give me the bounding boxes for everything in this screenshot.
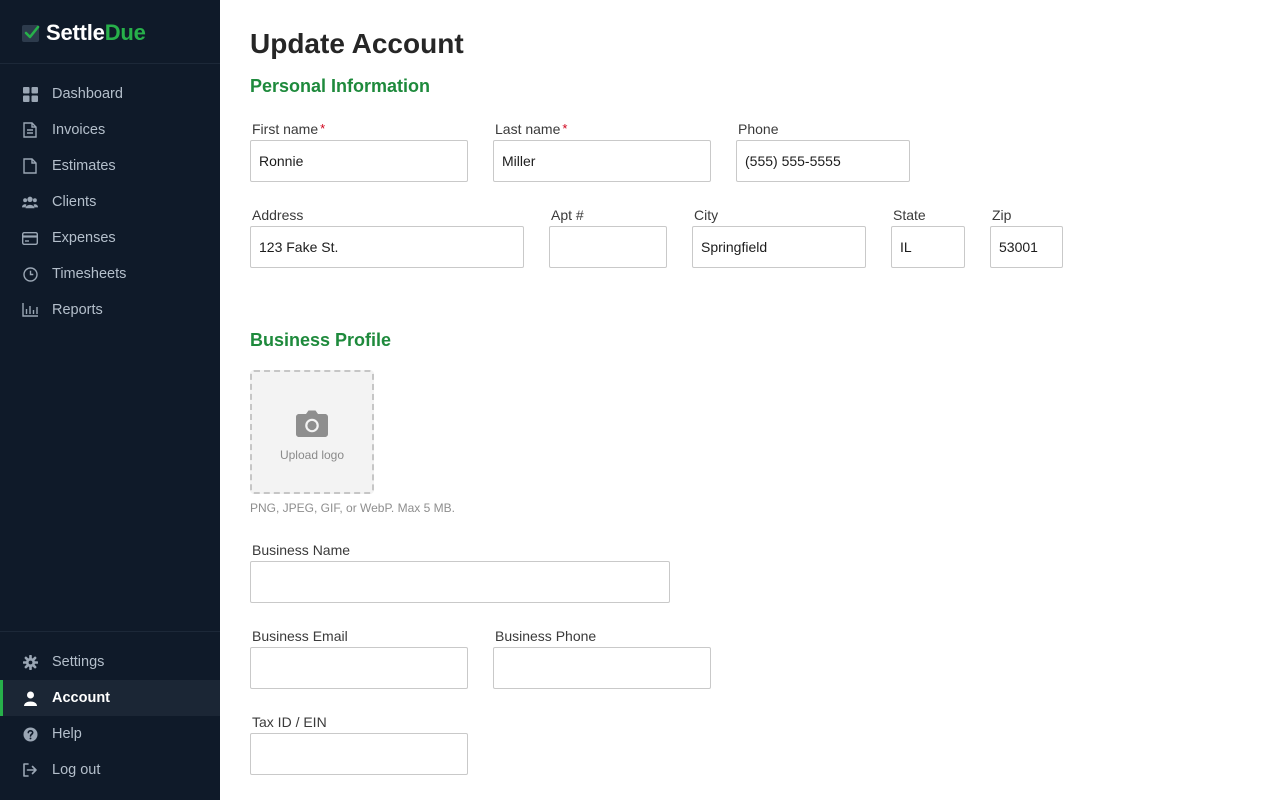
clients-icon — [22, 194, 38, 210]
brand-name-part1: Settle — [46, 20, 105, 45]
business-email-input[interactable] — [250, 647, 468, 689]
dashboard-icon — [22, 86, 38, 102]
upload-hint-text: PNG, JPEG, GIF, or WebP. Max 5 MB. — [250, 501, 455, 515]
sidebar-item-label: Account — [52, 690, 110, 706]
address-label: Address — [252, 207, 304, 223]
last-name-label: Last name * — [495, 121, 568, 137]
business-name-label: Business Name — [252, 542, 351, 558]
sidebar-item-label: Invoices — [52, 122, 106, 138]
apt-input[interactable] — [549, 226, 667, 268]
sidebar-footer-nav: Settings Account Help Log out — [0, 644, 220, 788]
sidebar-item-label: Log out — [52, 762, 101, 778]
business-phone-label: Business Phone — [495, 628, 597, 644]
sidebar-item-label: Help — [52, 726, 82, 742]
personal-info-heading: Personal Information — [250, 76, 431, 96]
first-name-input[interactable] — [250, 140, 468, 182]
business-profile-heading: Business Profile — [250, 330, 392, 350]
sidebar-item-help[interactable]: Help — [0, 716, 220, 752]
gear-icon — [22, 654, 38, 670]
zip-label: Zip — [992, 207, 1012, 223]
business-name-group: Business Name — [250, 542, 670, 603]
sidebar-item-label: Estimates — [52, 158, 116, 174]
required-marker: * — [562, 121, 568, 136]
checkmark-icon — [22, 24, 40, 42]
page-title: Update Account — [250, 28, 464, 59]
zip-input[interactable] — [990, 226, 1063, 268]
business-phone-input[interactable] — [493, 647, 711, 689]
invoice-icon — [22, 122, 38, 138]
brand-name-part2: Due — [104, 20, 146, 45]
phone-input[interactable] — [736, 140, 910, 182]
city-group: City — [692, 207, 866, 268]
sidebar-divider — [0, 63, 220, 64]
address-input[interactable] — [250, 226, 524, 268]
tax-id-group: Tax ID / EIN — [250, 714, 468, 775]
sidebar-item-timesheets[interactable]: Timesheets — [0, 256, 220, 292]
first-name-group: First name * — [250, 121, 468, 182]
business-email-group: Business Email — [250, 628, 468, 689]
city-label: City — [694, 207, 719, 223]
tax-id-input[interactable] — [250, 733, 468, 775]
sidebar-item-logout[interactable]: Log out — [0, 752, 220, 788]
sidebar-item-reports[interactable]: Reports — [0, 292, 220, 328]
sidebar-item-estimates[interactable]: Estimates — [0, 148, 220, 184]
sidebar-item-label: Clients — [52, 194, 97, 210]
phone-label: Phone — [738, 121, 779, 137]
business-name-input[interactable] — [250, 561, 670, 603]
tax-id-label: Tax ID / EIN — [252, 714, 327, 730]
sidebar-item-label: Expenses — [52, 230, 116, 246]
zip-group: Zip — [990, 207, 1063, 268]
camera-icon — [296, 410, 328, 442]
state-group: State — [891, 207, 965, 268]
upload-logo-label: Upload logo — [279, 448, 345, 462]
sidebar-item-label: Reports — [52, 302, 103, 318]
user-icon — [22, 690, 38, 706]
last-name-group: Last name * — [493, 121, 711, 182]
apt-group: Apt # — [549, 207, 667, 268]
sidebar-item-label: Settings — [52, 654, 105, 670]
brand-logo[interactable]: SettleDue — [22, 20, 146, 46]
business-phone-group: Business Phone — [493, 628, 711, 689]
business-email-label: Business Email — [252, 628, 348, 644]
logout-icon — [22, 762, 38, 778]
last-name-input[interactable] — [493, 140, 711, 182]
address-group: Address — [250, 207, 524, 268]
sidebar-item-dashboard[interactable]: Dashboard — [0, 76, 220, 112]
help-icon — [22, 726, 38, 742]
estimate-icon — [22, 158, 38, 174]
sidebar-item-clients[interactable]: Clients — [0, 184, 220, 220]
credit-card-icon — [22, 230, 38, 246]
state-label: State — [893, 207, 926, 223]
upload-logo-button[interactable]: Upload logo — [250, 370, 374, 494]
sidebar-nav: Dashboard Invoices Estimates Clients Exp… — [0, 76, 220, 328]
state-input[interactable] — [891, 226, 965, 268]
first-name-label: First name * — [252, 121, 326, 137]
bar-chart-icon — [22, 302, 38, 318]
sidebar-item-settings[interactable]: Settings — [0, 644, 220, 680]
sidebar-item-invoices[interactable]: Invoices — [0, 112, 220, 148]
brand-name: SettleDue — [46, 20, 146, 46]
sidebar-item-label: Timesheets — [52, 266, 127, 282]
sidebar: SettleDue Dashboard Invoices Estimates C… — [0, 0, 220, 800]
sidebar-item-expenses[interactable]: Expenses — [0, 220, 220, 256]
sidebar-item-account[interactable]: Account — [0, 680, 220, 716]
required-marker: * — [320, 121, 326, 136]
city-input[interactable] — [692, 226, 866, 268]
clock-icon — [22, 266, 38, 282]
apt-label: Apt # — [551, 207, 584, 223]
sidebar-footer-divider — [0, 631, 220, 632]
sidebar-item-label: Dashboard — [52, 86, 123, 102]
phone-group: Phone — [736, 121, 910, 182]
